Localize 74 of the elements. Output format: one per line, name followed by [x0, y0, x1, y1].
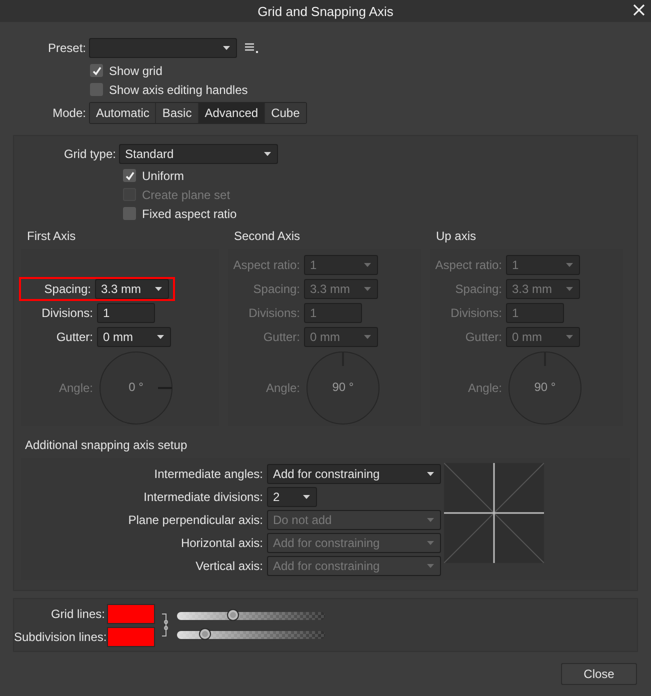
slider-thumb[interactable] — [199, 628, 212, 640]
checkbox-label: Show axis editing handles — [109, 82, 248, 96]
caret-icon — [566, 335, 573, 339]
angle-value: 0 ° — [128, 380, 144, 394]
link-icon[interactable] — [161, 612, 171, 638]
angle-value: 90 ° — [331, 380, 355, 394]
field-label: Gutter: — [262, 330, 300, 344]
slider-thumb[interactable] — [227, 608, 240, 620]
angle-label: Angle: — [264, 381, 301, 395]
dropdown[interactable]: 0 mm — [97, 327, 171, 347]
field-label: Aspect ratio: — [232, 258, 300, 272]
grid-type-dropdown[interactable]: Standard — [119, 144, 278, 164]
dropdown[interactable]: 3.3 mm — [95, 279, 169, 299]
caret-icon — [223, 46, 230, 50]
preset-label: Preset: — [46, 41, 86, 55]
mode-label: Mode: — [52, 106, 86, 120]
close-icon[interactable] — [633, 4, 645, 16]
caret-icon — [264, 152, 271, 156]
angle-value: 90 ° — [533, 380, 557, 394]
caret-icon — [303, 495, 310, 499]
field-label: Gutter: — [464, 330, 502, 344]
caret-icon — [364, 335, 371, 339]
field-label: Divisions: — [248, 306, 300, 320]
field-label: Gutter: — [55, 330, 93, 344]
color-label: Grid lines: — [50, 606, 105, 620]
checkbox-label: Uniform — [142, 168, 184, 182]
checkbox[interactable] — [90, 83, 103, 96]
axis-heading: Up axis — [435, 229, 478, 245]
field-label: Intermediate angles: — [153, 467, 263, 481]
checkbox-label: Show grid — [109, 64, 162, 78]
dropdown[interactable]: 2 — [267, 487, 317, 507]
checkbox-label: Create plane set — [142, 188, 230, 202]
caret-icon — [427, 518, 434, 522]
color-label: Subdivision lines: — [14, 630, 105, 644]
section-heading: Additional snapping axis setup — [25, 438, 188, 452]
checkbox[interactable] — [123, 169, 136, 182]
input-field[interactable]: 1 — [97, 303, 155, 323]
caret-icon — [155, 287, 162, 291]
field-label: Plane perpendicular axis: — [127, 513, 263, 527]
field-label: Spacing: — [252, 282, 300, 296]
field-label: Divisions: — [40, 306, 93, 320]
axis-heading: Second Axis — [233, 229, 302, 245]
field-label: Spacing: — [454, 282, 502, 296]
color-swatch[interactable] — [107, 626, 155, 646]
window-title: Grid and Snapping Axis — [258, 4, 394, 18]
field-label: Aspect ratio: — [434, 258, 502, 272]
mode-tab[interactable]: Advanced — [198, 103, 266, 123]
mode-tab[interactable]: Automatic — [90, 103, 156, 123]
menu-icon[interactable] — [245, 43, 259, 53]
angle-label: Angle: — [466, 381, 503, 395]
grid-type-label: Grid type: — [62, 147, 116, 161]
caret-icon — [566, 263, 573, 267]
caret-icon — [157, 335, 164, 339]
axis-heading: First Axis — [26, 229, 77, 245]
angle-label: Angle: — [58, 381, 94, 395]
caret-icon — [427, 541, 434, 545]
field-label: Vertical axis: — [194, 559, 263, 573]
caret-icon — [427, 564, 434, 568]
field-label: Spacing: — [43, 282, 91, 296]
caret-icon — [364, 287, 371, 291]
field-label: Divisions: — [450, 306, 502, 320]
caret-icon — [364, 263, 371, 267]
checkbox-label: Fixed aspect ratio — [142, 206, 237, 220]
close-button[interactable]: Close — [561, 663, 637, 685]
caret-icon — [566, 287, 573, 291]
field-label: Intermediate divisions: — [142, 490, 263, 504]
checkbox[interactable] — [90, 64, 103, 77]
field-label: Horizontal axis: — [180, 536, 263, 550]
checkbox[interactable] — [123, 207, 136, 220]
dropdown[interactable]: Add for constraining — [267, 464, 441, 484]
caret-icon — [427, 472, 434, 476]
opacity-slider[interactable] — [177, 612, 325, 620]
opacity-slider[interactable] — [177, 630, 325, 638]
color-swatch[interactable] — [107, 604, 155, 624]
